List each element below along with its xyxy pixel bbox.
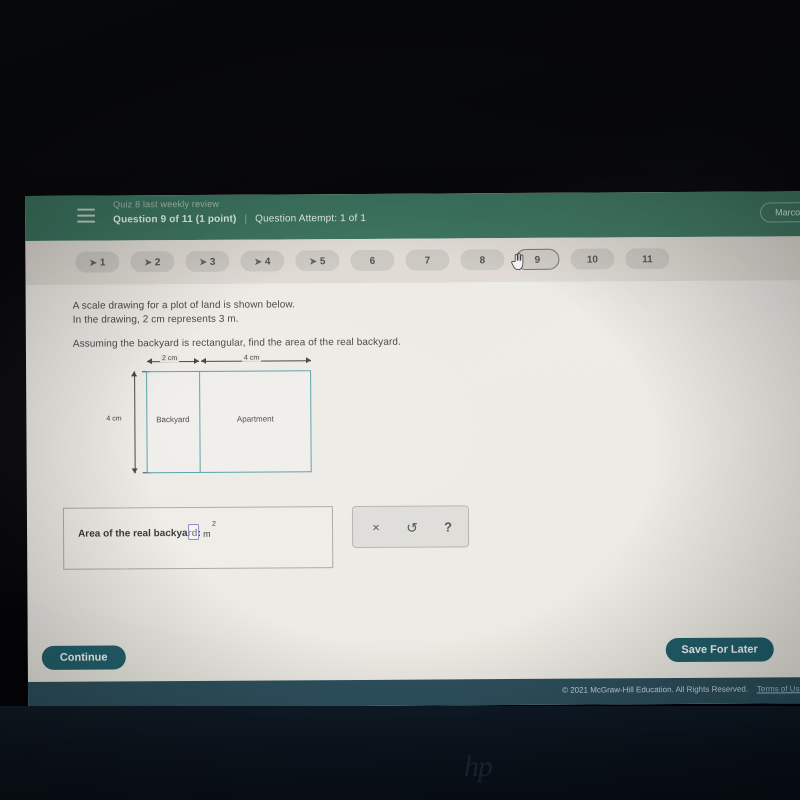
answer-unit: m [203,528,211,539]
answer-label: Area of the real backyard: [78,527,201,540]
question-nav-strip: ➤ 1 ➤ 2 ➤ 3 ➤ 4 ➤ 5 6 7 8 9 10 11 [25,236,800,285]
question-line-2: In the drawing, 2 cm represents 3 m. [72,313,239,326]
question-pill-1[interactable]: ➤ 1 [75,251,120,273]
backyard-region-label: Backyard [156,414,190,425]
question-pill-7[interactable]: 7 [405,249,450,271]
question-pill-label: 5 [319,256,326,268]
undo-button[interactable]: ↺ [399,516,425,540]
attempt-text: Question Attempt: 1 of 1 [255,212,367,225]
answered-check-icon: ➤ [199,256,207,267]
answer-box: Area of the real backyard: m 2 [62,506,334,570]
laptop-screen: Quiz 8 last weekly review Question 9 of … [25,191,800,708]
question-pill-label: 2 [154,257,161,269]
question-pill-10[interactable]: 10 [570,248,615,270]
footer-bar: Continue Save For Later [27,631,800,682]
user-menu-chip[interactable]: Marco [760,202,800,223]
question-pill-11[interactable]: 11 [625,248,670,270]
answer-input[interactable] [188,523,200,541]
answered-check-icon: ➤ [309,256,317,267]
question-pill-label: 6 [369,255,376,267]
question-pill-6[interactable]: 6 [350,249,395,272]
answered-check-icon: ➤ [144,257,152,268]
question-progress-bar: Question 9 of 11 (1 point) | Question At… [113,213,366,226]
question-pill-5[interactable]: ➤ 5 [295,250,340,272]
tool-palette: × ↺ ? [351,505,470,549]
question-pill-2[interactable]: ➤ 2 [130,251,175,273]
apartment-region-label: Apartment [236,414,274,424]
hp-logo: hp [464,750,493,783]
answered-check-icon: ➤ [254,256,262,267]
quiz-title: Quiz 8 last weekly review [113,198,220,210]
help-button[interactable]: ? [435,515,461,539]
question-line-1: A scale drawing for a plot of land is sh… [72,299,296,312]
clear-button[interactable]: × [363,516,389,540]
question-pill-label: 4 [264,256,271,268]
apartment-width-label: 4 cm [241,354,262,362]
question-pill-label: 8 [479,255,486,267]
backyard-width-label: 2 cm [159,355,180,363]
height-arrow [134,371,136,474]
hamburger-icon[interactable] [77,208,96,223]
question-pill-4[interactable]: ➤ 4 [240,250,285,272]
scale-drawing: 2 cm 4 cm 4 cm Backyard Apartment [98,352,329,478]
question-pill-8[interactable]: 8 [460,249,505,271]
question-pill-3[interactable]: ➤ 3 [185,250,230,273]
answered-check-icon: ➤ [89,257,97,268]
question-line-3: Assuming the backyard is rectangular, fi… [72,336,401,350]
header-separator: | [244,213,248,225]
question-pill-label: 1 [99,257,106,269]
question-pill-label: 10 [586,254,598,266]
question-pill-label: 7 [424,255,431,267]
answer-exponent: 2 [211,520,216,528]
save-for-later-button[interactable]: Save For Later [665,637,774,663]
terms-of-use-link[interactable]: Terms of Use [757,684,800,693]
app-header: Quiz 8 last weekly review Question 9 of … [25,191,800,241]
height-label: 4 cm [106,415,122,423]
question-pill-label: 11 [642,254,653,266]
question-progress-text: Question 9 of 11 (1 point) [113,213,237,226]
question-pill-label: 9 [534,254,541,266]
continue-button[interactable]: Continue [41,645,126,670]
copyright-text: © 2021 McGraw-Hill Education. All Rights… [562,684,749,695]
laptop-bezel [0,706,800,800]
laptop-photo: Quiz 8 last weekly review Question 9 of … [0,0,800,800]
copyright-bar: © 2021 McGraw-Hill Education. All Rights… [27,677,800,708]
question-pill-label: 3 [209,256,216,268]
question-pill-9[interactable]: 9 [515,248,560,271]
